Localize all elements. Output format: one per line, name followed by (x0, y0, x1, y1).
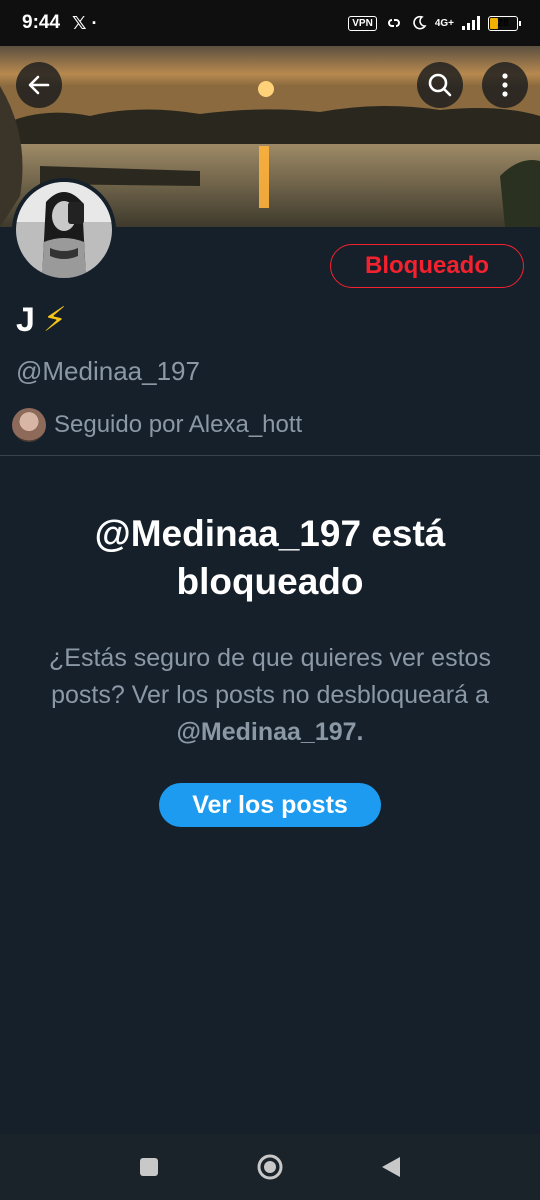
back-button[interactable] (16, 62, 62, 108)
profile-handle: @Medinaa_197 (16, 356, 200, 386)
signal-icon (462, 16, 480, 30)
followed-by-text: Seguido por Alexa_hott (54, 411, 303, 438)
blocked-title: @Medinaa_197 está bloqueado (94, 513, 446, 602)
lightning-emoji: ⚡ (42, 301, 67, 339)
back-nav-icon[interactable] (380, 1155, 402, 1179)
link-icon (387, 19, 400, 27)
avatar-image (16, 182, 112, 278)
vpn-icon: VPN (348, 15, 377, 31)
home-icon[interactable] (256, 1153, 284, 1181)
view-posts-button[interactable]: Ver los posts (159, 783, 381, 827)
system-nav-bar (0, 1134, 540, 1200)
recents-icon[interactable] (138, 1156, 160, 1178)
moon-icon (413, 15, 427, 30)
divider (0, 455, 540, 456)
status-time: 9:44 (22, 12, 61, 33)
x-app-icon: 𝕏 · (72, 12, 98, 33)
follower-avatar (12, 408, 46, 442)
status-bar: 9:44 𝕏 · VPN 4G+ 28 (0, 0, 540, 46)
battery-icon: 28 (488, 15, 521, 31)
network-label: 4G+ (434, 17, 454, 29)
display-name: J ⚡ (16, 300, 67, 340)
display-name-text: J (16, 300, 35, 339)
search-icon (428, 73, 452, 97)
followed-by-row[interactable]: Seguido por Alexa_hott (12, 408, 302, 442)
more-vertical-icon (502, 73, 508, 97)
blocked-description-text: ¿Estás seguro de que quieres ver estos p… (49, 644, 491, 709)
blocked-description-handle: @Medinaa_197. (176, 718, 364, 746)
blocked-button[interactable]: Bloqueado (330, 244, 524, 288)
profile-avatar[interactable] (12, 178, 116, 282)
more-button[interactable] (482, 62, 528, 108)
search-button[interactable] (417, 62, 463, 108)
arrow-left-icon (28, 75, 50, 95)
blocked-description: ¿Estás seguro de que quieres ver estos p… (30, 640, 510, 751)
